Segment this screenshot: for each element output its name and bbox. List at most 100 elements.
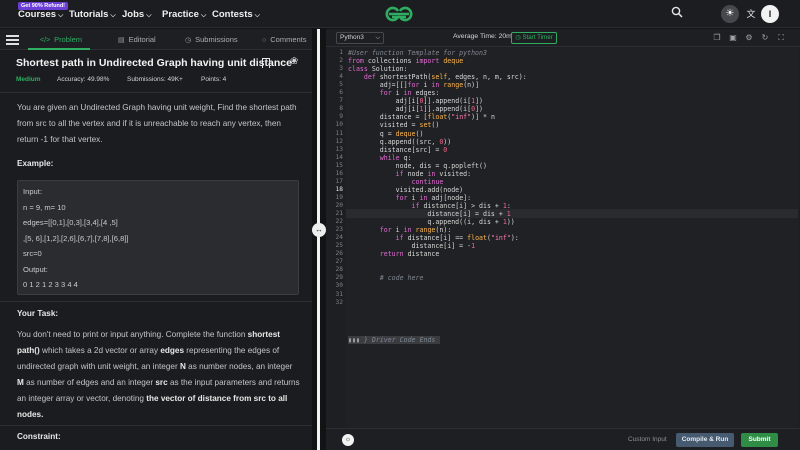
code-line[interactable]: q.append((src, 0))	[348, 138, 452, 146]
line-number: 15	[335, 161, 343, 169]
code-line[interactable]: from collections import deque	[348, 57, 463, 65]
line-number: 30	[335, 282, 343, 290]
line-number: 7	[339, 97, 343, 105]
code-line[interactable]: return distance	[348, 250, 440, 258]
tab-editorial[interactable]: ▤ Editorial	[118, 29, 156, 50]
line-number: 12	[335, 137, 343, 145]
accuracy-stat: Accuracy: 49.98%	[57, 76, 110, 83]
bug-report-icon[interactable]: ❀	[290, 56, 298, 67]
line-number: 11	[335, 129, 343, 137]
language-select[interactable]: Python3 ⌵	[336, 32, 384, 44]
code-line[interactable]: visited.add(node)	[348, 186, 464, 194]
code-area[interactable]: 1 2 3 4 5 6 7 8 9 10 11 12 13 14 15 16 17 18 19 20 21 22 23 24 2…	[326, 48, 800, 428]
fold-icon[interactable]: ▮▮▮	[348, 336, 360, 344]
nav-jobs[interactable]: Jobs ⌵	[122, 9, 152, 20]
code-icon: </>	[40, 37, 51, 44]
constraint-heading: Constraint:	[17, 432, 61, 441]
example-heading: Example:	[17, 159, 54, 168]
line-number: 9	[339, 113, 343, 121]
submit-button[interactable]: Submit	[741, 433, 778, 447]
code-line[interactable]: if distance[i] == float("inf"):	[348, 234, 519, 242]
code-line[interactable]: for i in edges:	[348, 89, 440, 97]
code-line[interactable]: distance[i] = dis + 1	[348, 210, 510, 218]
code-line[interactable]: for i in range(n):	[348, 226, 452, 234]
line-number: 29	[335, 274, 343, 282]
section-divider	[0, 301, 312, 302]
code-line[interactable]: distance = [float("inf")] * n	[348, 113, 495, 121]
panel-splitter[interactable]: ↔	[312, 29, 326, 450]
submissions-stat: Submissions: 49K+	[127, 76, 183, 83]
translate-icon[interactable]: 文	[743, 6, 759, 22]
chevron-down-icon: ⌵	[375, 35, 380, 41]
line-number: 31	[335, 290, 343, 298]
search-icon[interactable]	[669, 6, 685, 22]
resize-handle-icon[interactable]: ↔	[312, 223, 326, 237]
code-line[interactable]: # code here	[348, 274, 424, 282]
line-number: 16	[335, 169, 343, 177]
copy-icon[interactable]: ❐	[712, 33, 722, 43]
settings-icon[interactable]: ⚙	[744, 33, 754, 43]
example-box: Input: n = 9, m= 10 edges=[[0,1],[0,3],[…	[17, 180, 299, 295]
example-line: Output:	[23, 265, 48, 274]
comment-icon: ○	[262, 37, 267, 44]
code-line[interactable]: distance[src] = 0	[348, 146, 448, 154]
fullscreen-icon[interactable]: ⛶	[776, 33, 786, 43]
code-line[interactable]: for i in adj[node]:	[348, 194, 471, 202]
code-editor-panel: Python3 ⌵ Average Time: 20m ◷ Start Timer…	[326, 29, 800, 450]
line-number: 26	[335, 250, 343, 258]
bookmark-icon[interactable]	[262, 58, 270, 68]
problem-panel: </> Problem ▤ Editorial ◷ Submissions ○ Comm…	[0, 29, 312, 450]
compile-run-button[interactable]: Compile & Run	[676, 433, 734, 447]
problem-tabs: </> Problem ▤ Editorial ◷ Submissions ○ Comm…	[0, 29, 312, 50]
code-line[interactable]: adj[i[1]].append(i[0])	[348, 105, 483, 113]
tab-problem[interactable]: </> Problem	[40, 29, 82, 50]
nav-courses[interactable]: Courses ⌵	[18, 9, 63, 20]
line-number: 20	[335, 201, 343, 209]
paste-icon[interactable]: ▣	[728, 33, 738, 43]
code-line[interactable]: visited = set()	[348, 121, 440, 129]
code-line[interactable]: adj[i[0]].append(i[1])	[348, 97, 483, 105]
line-number: 18	[335, 185, 343, 193]
custom-input-link[interactable]: Custom Input	[628, 436, 667, 443]
code-line[interactable]: continue	[348, 178, 444, 186]
tab-submissions[interactable]: ◷ Submissions	[185, 29, 238, 50]
driver-code-fold[interactable]: ▮▮▮ } Driver Code Ends	[348, 336, 435, 344]
line-number: 2	[339, 57, 343, 65]
code-line[interactable]: q = deque()	[348, 130, 424, 138]
code-line[interactable]: distance[i] = -1	[348, 242, 476, 250]
reset-icon[interactable]: ↻	[760, 33, 770, 43]
chevron-down-icon: ⌵	[200, 12, 207, 19]
tab-comments[interactable]: ○ Comments	[262, 29, 307, 50]
code-line[interactable]: q.append((i, dis + 1))	[348, 218, 514, 226]
code-line[interactable]: adj=[[]for i in range(n)]	[348, 81, 479, 89]
header-divider	[0, 92, 312, 93]
user-avatar[interactable]: I	[761, 5, 779, 23]
nav-tutorials[interactable]: Tutorials ⌵	[69, 9, 116, 20]
editor-footer: ☼ Custom Input Compile & Run Submit	[326, 428, 800, 450]
theme-toggle-icon[interactable]: ☀	[721, 5, 739, 23]
line-number: 13	[335, 145, 343, 153]
lightbulb-icon[interactable]: ☼	[342, 434, 354, 446]
line-number: 1	[339, 49, 343, 56]
editor-toolbar: Python3 ⌵ Average Time: 20m ◷ Start Timer…	[326, 29, 800, 47]
menu-icon[interactable]	[6, 33, 19, 46]
active-tab-indicator	[28, 48, 90, 50]
code-line[interactable]: def shortestPath(self, edges, n, m, src)…	[348, 73, 527, 81]
code-line[interactable]: node, dis = q.popleft()	[348, 162, 487, 170]
code-line[interactable]: if node in visited:	[348, 170, 471, 178]
example-line: n = 9, m= 10	[23, 203, 66, 212]
code-line[interactable]: class Solution:	[348, 65, 408, 73]
start-timer-button[interactable]: ◷ Start Timer	[511, 32, 557, 44]
code-line[interactable]: if distance[i] > dis + 1:	[348, 202, 511, 210]
section-divider	[0, 425, 312, 426]
nav-practice[interactable]: Practice ⌵	[162, 9, 206, 20]
code-line[interactable]: while q:	[348, 154, 412, 162]
line-number: 25	[335, 242, 343, 250]
line-number: 14	[335, 153, 343, 161]
gfg-logo-icon[interactable]	[382, 3, 416, 25]
code-line[interactable]: #User function Template for python3	[348, 49, 487, 57]
top-navbar: Get 90% Refund! Courses ⌵ Tutorials ⌵ Jobs…	[0, 0, 800, 28]
line-number: 5	[339, 81, 343, 89]
line-number: 32	[335, 298, 343, 306]
nav-contests[interactable]: Contests ⌵	[212, 9, 260, 20]
